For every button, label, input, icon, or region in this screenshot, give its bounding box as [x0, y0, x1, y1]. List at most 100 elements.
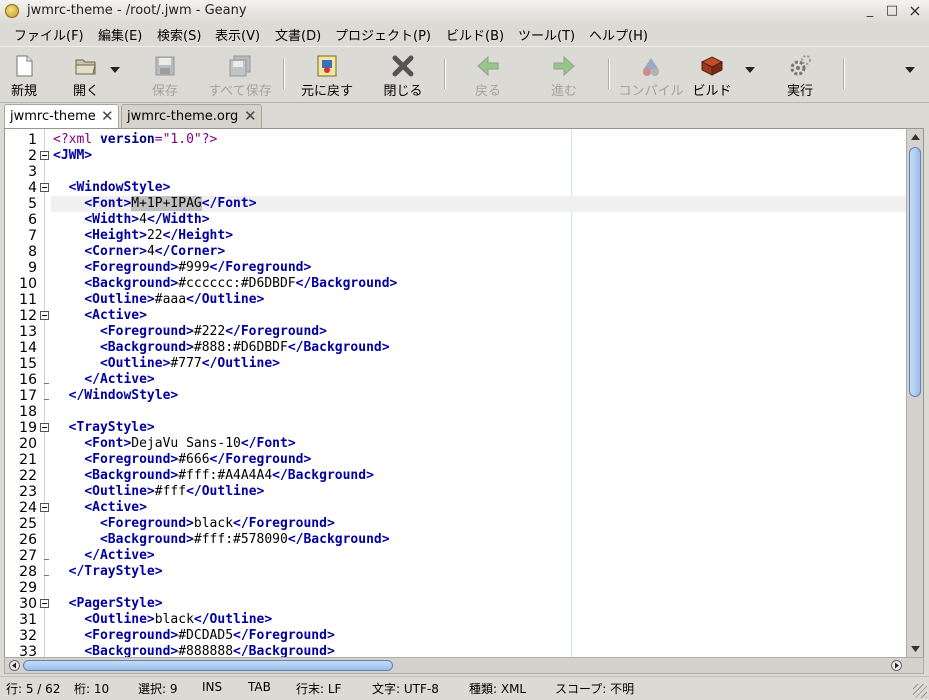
scroll-left-icon[interactable] [9, 660, 20, 671]
title-bar: jwmrc-theme - /root/.jwm - Geany _ □ × [0, 0, 929, 24]
line-number: 20 [19, 436, 37, 452]
menu-project[interactable]: プロジェクト(P) [335, 25, 431, 44]
code-line[interactable]: <Foreground>black</Foreground> [51, 516, 335, 532]
menu-document[interactable]: 文書(D) [275, 25, 321, 44]
fold-toggle-icon[interactable] [40, 311, 49, 320]
code-area[interactable]: <?xml version="1.0"?> <JWM> <WindowStyle>… [51, 129, 906, 657]
code-line[interactable]: </WindowStyle> [51, 388, 179, 404]
line-number: 4 [28, 180, 37, 196]
code-line[interactable]: <Active> [51, 500, 147, 516]
save-button[interactable]: 保存 [145, 47, 185, 101]
code-line[interactable]: </Active> [51, 372, 154, 388]
scroll-down-icon[interactable] [910, 644, 921, 654]
code-line[interactable] [51, 580, 53, 596]
fold-toggle-icon[interactable] [40, 599, 49, 608]
line-number: 21 [19, 452, 37, 468]
vertical-scrollbar[interactable] [906, 129, 923, 657]
code-line[interactable]: <Height>22</Height> [51, 228, 233, 244]
line-number: 19 [19, 420, 37, 436]
code-line[interactable]: <Foreground>#DCDAD5</Foreground> [51, 628, 334, 644]
vertical-scroll-thumb[interactable] [909, 147, 921, 397]
line-number: 14 [19, 340, 37, 356]
code-line[interactable]: <Background>#888:#D6DBDF</Background> [51, 340, 390, 356]
open-button[interactable]: 開く [66, 47, 106, 101]
code-line[interactable]: <Background>#888888</Background> [51, 644, 334, 657]
fold-toggle-icon[interactable] [40, 183, 49, 192]
code-line[interactable]: <PagerStyle> [51, 596, 163, 612]
fold-toggle-icon[interactable] [40, 151, 49, 160]
forward-arrow-icon [553, 55, 575, 77]
minimize-button[interactable]: _ [860, 1, 880, 21]
tab-label: jwmrc-theme [10, 109, 96, 124]
geany-app-icon [5, 4, 19, 18]
run-button[interactable]: 実行 [778, 47, 822, 101]
status-line-ending: 行末: LF [296, 682, 342, 696]
tab-close-icon[interactable]: ✕ [244, 109, 258, 124]
code-line[interactable]: <Background>#fff:#A4A4A4</Background> [51, 468, 374, 484]
line-number: 33 [19, 644, 37, 658]
build-button[interactable]: ビルド [690, 47, 734, 101]
code-line[interactable]: <TrayStyle> [51, 420, 155, 436]
code-line[interactable]: <Outline>#fff</Outline> [51, 484, 264, 500]
back-label: 戻る [474, 84, 501, 99]
close-file-button[interactable]: 閉じる [378, 47, 428, 101]
new-button[interactable]: 新規 [4, 47, 44, 101]
open-dropdown-icon[interactable] [110, 67, 120, 73]
code-line[interactable]: <Active> [51, 308, 147, 324]
fold-toggle-icon[interactable] [40, 503, 49, 512]
code-line[interactable]: <Foreground>#222</Foreground> [51, 324, 327, 340]
code-line[interactable]: <Foreground>#999</Foreground> [51, 260, 311, 276]
tab-jwmrc-theme[interactable]: jwmrc-theme ✕ [4, 104, 119, 130]
menu-view[interactable]: 表示(V) [215, 25, 260, 44]
status-bar: 行: 5 / 62 桁: 10 選択: 9 INS TAB 行末: LF 文字:… [0, 676, 929, 700]
fold-toggle-icon[interactable] [40, 423, 49, 432]
code-line[interactable] [51, 404, 53, 420]
horizontal-scroll-thumb[interactable] [23, 660, 393, 671]
new-label: 新規 [10, 84, 37, 99]
scroll-up-icon[interactable] [910, 132, 921, 142]
code-line[interactable]: <Outline>#777</Outline> [51, 356, 280, 372]
menu-build[interactable]: ビルド(B) [446, 25, 504, 44]
scroll-right-icon[interactable] [891, 660, 902, 671]
resize-grip[interactable] [913, 684, 927, 698]
code-line[interactable]: <Background>#fff:#578090</Background> [51, 532, 390, 548]
menu-search[interactable]: 検索(S) [157, 25, 201, 44]
code-line[interactable]: <Background>#cccccc:#D6DBDF</Background> [51, 276, 397, 292]
line-number: 2 [28, 148, 37, 164]
line-number: 6 [28, 212, 37, 228]
menu-edit[interactable]: 編集(E) [98, 25, 142, 44]
revert-button[interactable]: 元に戻す [298, 47, 356, 101]
save-all-button[interactable]: すべて保存 [205, 47, 275, 101]
close-window-button[interactable]: × [905, 1, 925, 21]
horizontal-scrollbar[interactable] [4, 657, 924, 674]
compile-button[interactable]: コンパイル [618, 47, 684, 101]
maximize-button[interactable]: □ [882, 1, 902, 21]
build-dropdown-icon[interactable] [745, 67, 755, 73]
back-button[interactable]: 戻る [468, 47, 508, 101]
status-line: 行: 5 / 62 [6, 682, 61, 696]
menu-file[interactable]: ファイル(F) [14, 25, 84, 44]
code-line[interactable]: <WindowStyle> [51, 180, 171, 196]
code-line[interactable] [51, 164, 53, 180]
toolbar-overflow-icon[interactable] [905, 67, 915, 73]
code-line[interactable]: <Outline>#aaa</Outline> [51, 292, 264, 308]
code-line[interactable]: <JWM> [51, 148, 92, 164]
code-line[interactable]: <Font>M+1P+IPAG</Font> [51, 196, 906, 212]
tab-jwmrc-theme-org[interactable]: jwmrc-theme.org ✕ [121, 104, 262, 129]
menu-tools[interactable]: ツール(T) [518, 25, 575, 44]
code-line[interactable]: <Foreground>#666</Foreground> [51, 452, 311, 468]
forward-button[interactable]: 進む [544, 47, 584, 101]
code-line[interactable]: <Outline>black</Outline> [51, 612, 272, 628]
code-line[interactable]: <Corner>4</Corner> [51, 244, 225, 260]
tab-close-icon[interactable]: ✕ [101, 109, 115, 124]
close-x-icon [392, 55, 414, 77]
line-number: 8 [28, 244, 37, 260]
code-line[interactable]: </Active> [51, 548, 154, 564]
menu-help[interactable]: ヘルプ(H) [589, 25, 648, 44]
code-line[interactable]: <?xml version="1.0"?> [51, 132, 217, 148]
code-line[interactable]: </TrayStyle> [51, 564, 163, 580]
code-editor[interactable]: 1 2 3 4 5 6 7 8 9 10 11 12 13 14 15 16 17 18 19 20 21 22 23 24 2… [4, 128, 924, 658]
code-line[interactable]: <Font>DejaVu Sans-10</Font> [51, 436, 295, 452]
build-label: ビルド [692, 84, 732, 99]
code-line[interactable]: <Width>4</Width> [51, 212, 209, 228]
